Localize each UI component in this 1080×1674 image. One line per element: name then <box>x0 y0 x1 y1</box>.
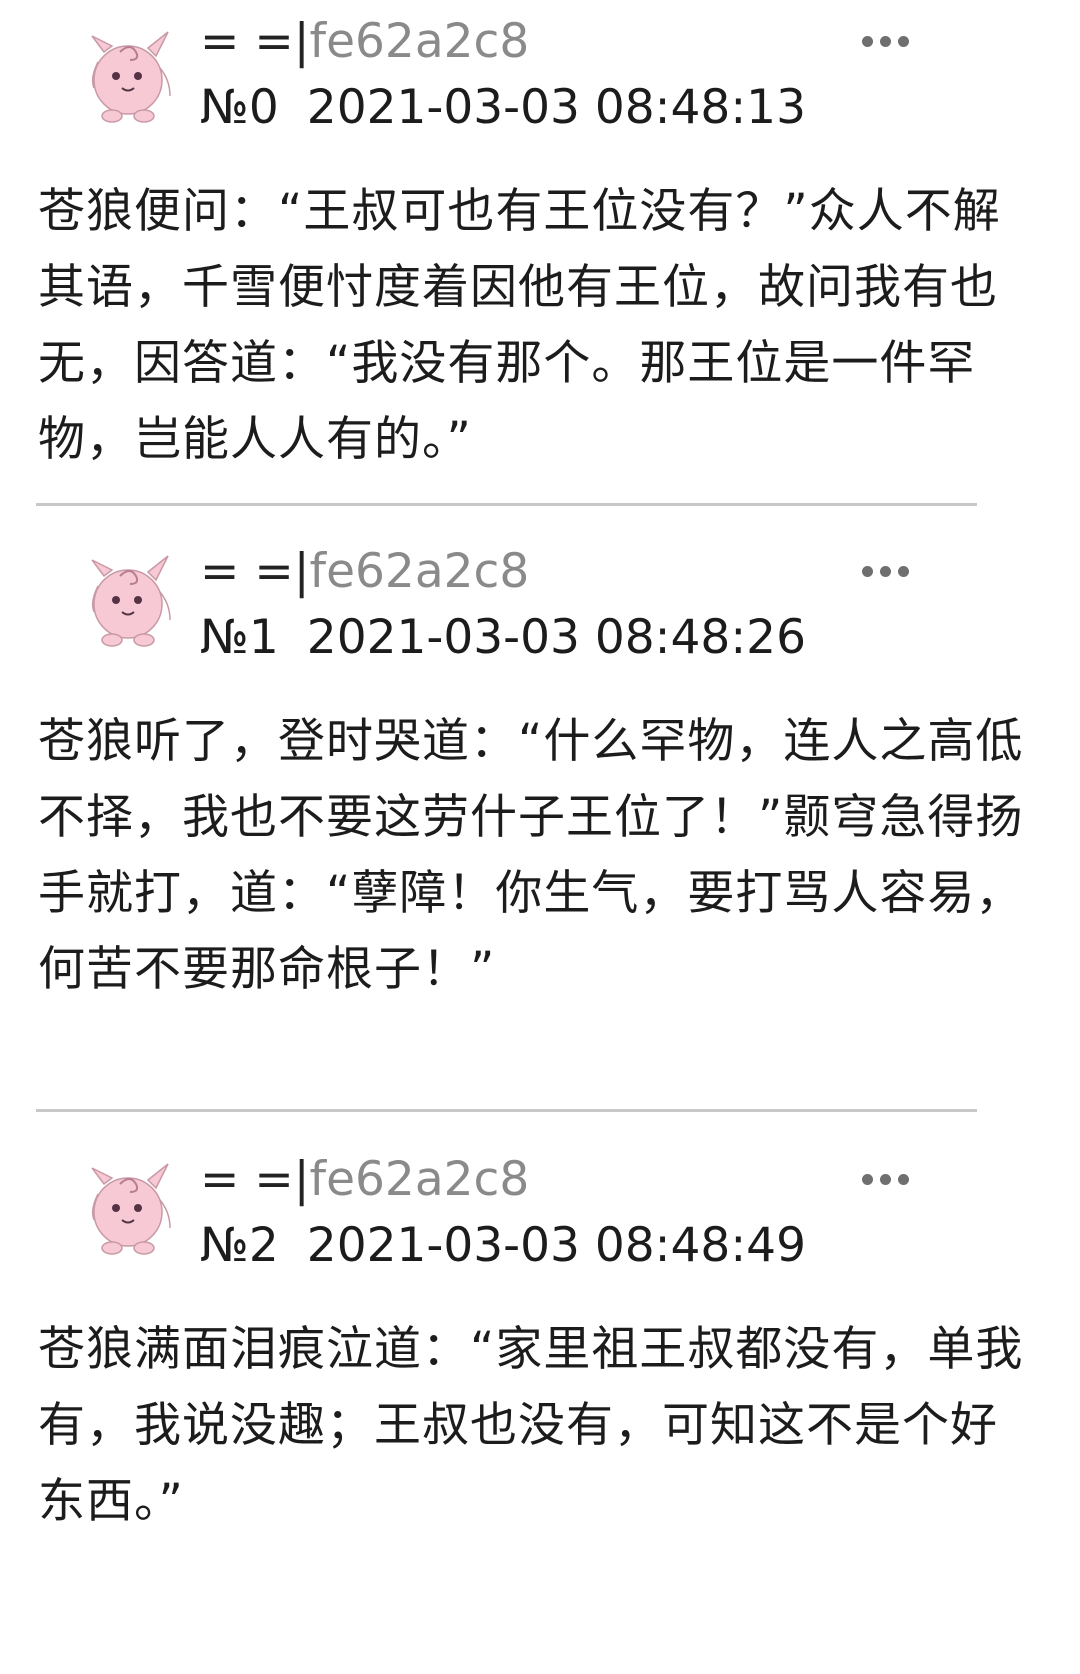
thread-feed: = =|fe62a2c8 №0 2021-03-03 08:48:13 苍狼便问：… <box>0 0 1080 1672</box>
post-0: = =|fe62a2c8 №0 2021-03-03 08:48:13 苍狼便问：… <box>0 0 1080 503</box>
username-prefix: = =| <box>200 14 310 69</box>
post-content: 苍狼满面泪痕泣道：“家里祖王叔都没有，单我有，我说没趣；王叔也没有，可知这不是个… <box>38 1322 1024 1529</box>
post-number: №1 <box>200 610 279 665</box>
post-number: №0 <box>200 80 279 135</box>
avatar-icon[interactable] <box>82 542 178 652</box>
post-number: №2 <box>200 1218 279 1273</box>
username-prefix: = =| <box>200 544 310 599</box>
more-dots-icon[interactable] <box>862 30 910 50</box>
post-header: = =|fe62a2c8 №2 2021-03-03 08:48:49 <box>38 1112 1042 1274</box>
username[interactable]: = =|fe62a2c8 <box>200 1152 529 1208</box>
post-1: = =|fe62a2c8 №1 2021-03-03 08:48:26 苍狼听了，… <box>0 506 1080 1109</box>
post-meta: №0 2021-03-03 08:48:13 <box>200 80 806 136</box>
user-id: fe62a2c8 <box>309 14 530 69</box>
username[interactable]: = =|fe62a2c8 <box>200 14 529 70</box>
post-content: 苍狼听了，登时哭道：“什么罕物，连人之高低不择，我也不要这劳什子王位了！”颢穹急… <box>38 714 1024 997</box>
post-header: = =|fe62a2c8 №0 2021-03-03 08:48:13 <box>38 0 1042 160</box>
username[interactable]: = =|fe62a2c8 <box>200 544 529 600</box>
post-timestamp: 2021-03-03 08:48:49 <box>306 1218 806 1273</box>
post-timestamp: 2021-03-03 08:48:13 <box>306 80 806 135</box>
post-timestamp: 2021-03-03 08:48:26 <box>306 610 806 665</box>
post-meta: №1 2021-03-03 08:48:26 <box>200 610 806 666</box>
post-2: = =|fe62a2c8 №2 2021-03-03 08:48:49 苍狼满面泪… <box>0 1112 1080 1672</box>
post-header: = =|fe62a2c8 №1 2021-03-03 08:48:26 <box>38 506 1042 666</box>
post-meta: №2 2021-03-03 08:48:49 <box>200 1218 806 1274</box>
username-prefix: = =| <box>200 1152 310 1207</box>
avatar-icon[interactable] <box>82 18 178 128</box>
more-dots-icon[interactable] <box>862 560 910 580</box>
user-id: fe62a2c8 <box>309 1152 530 1207</box>
post-content: 苍狼便问：“王叔可也有王位没有？”众人不解其语，千雪便忖度着因他有王位，故问我有… <box>38 184 1001 467</box>
user-id: fe62a2c8 <box>309 544 530 599</box>
more-dots-icon[interactable] <box>862 1168 910 1188</box>
avatar-icon[interactable] <box>82 1150 178 1260</box>
